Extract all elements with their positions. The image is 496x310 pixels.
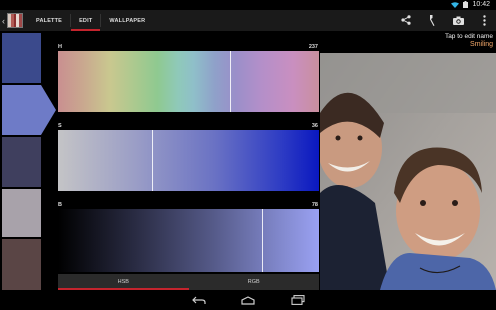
palette-swatch[interactable] [2, 33, 41, 83]
brightness-slider-header: B 78 [58, 202, 319, 209]
saturation-marker[interactable] [151, 130, 153, 191]
back-icon[interactable] [191, 294, 207, 306]
tab-wallpaper[interactable]: WALLPAPER [101, 10, 153, 31]
tab-edit[interactable]: EDIT [71, 10, 101, 31]
home-icon[interactable] [240, 294, 256, 306]
wifi-icon [451, 1, 460, 8]
brightness-gradient-bar[interactable] [58, 209, 319, 272]
saturation-slider: S 36 [58, 123, 319, 193]
action-bar: ‹ PALETTE EDIT WALLPAPER [0, 10, 496, 31]
share-icon[interactable] [400, 13, 412, 27]
saturation-slider-header: S 36 [58, 123, 319, 130]
app-up-button[interactable]: ‹ [2, 12, 24, 29]
palette-swatch-selected[interactable] [2, 85, 41, 135]
tab-palette[interactable]: PALETTE [28, 10, 70, 31]
tab-rgb[interactable]: RGB [189, 274, 320, 290]
palette-swatches-icon [7, 13, 23, 28]
tab-strip: PALETTE EDIT WALLPAPER [28, 10, 153, 31]
app-window: 10:42 ‹ PALETTE EDIT WALLPAPER H 237 S 3… [0, 0, 496, 310]
status-bar: 10:42 [0, 0, 496, 10]
selected-swatch-pointer-icon [41, 85, 56, 135]
color-name[interactable]: Smiling [445, 41, 493, 48]
source-photo[interactable] [320, 53, 496, 290]
overflow-menu-icon[interactable] [478, 13, 490, 27]
hue-slider: H 237 [58, 44, 319, 114]
brightness-slider: B 78 [58, 202, 319, 272]
tap-to-edit-hint: Tap to edit name [444, 33, 493, 40]
brightness-value: 78 [311, 202, 318, 208]
camera-icon[interactable] [452, 13, 464, 27]
editor-area: H 237 S 36 B 78 HSB RGB Tap to edit name… [0, 31, 496, 290]
palette-swatch[interactable] [2, 137, 41, 187]
palette-swatch[interactable] [2, 189, 41, 237]
hue-label: H [58, 44, 62, 50]
hue-marker[interactable] [229, 51, 231, 112]
status-clock: 10:42 [472, 1, 490, 8]
palette-swatch[interactable] [2, 239, 41, 290]
hue-slider-header: H 237 [58, 44, 319, 51]
tab-hsb[interactable]: HSB [58, 274, 189, 290]
system-nav-bar [0, 290, 496, 310]
color-name-area: Tap to edit name Smiling [445, 33, 493, 48]
hue-gradient-bar[interactable] [58, 51, 319, 112]
color-mode-tabs: HSB RGB [58, 274, 319, 290]
palette-swatch-list [0, 31, 56, 290]
saturation-value: 36 [311, 123, 318, 129]
saturation-gradient-bar[interactable] [58, 130, 319, 191]
saturation-label: S [58, 123, 62, 129]
battery-icon [463, 1, 469, 8]
action-buttons [400, 13, 490, 27]
recent-apps-icon[interactable] [290, 294, 306, 306]
brightness-marker[interactable] [261, 209, 263, 272]
brightness-label: B [58, 202, 62, 208]
eyedropper-icon[interactable] [426, 13, 438, 27]
hue-value: 237 [308, 44, 318, 50]
photo-illustration [320, 53, 496, 290]
